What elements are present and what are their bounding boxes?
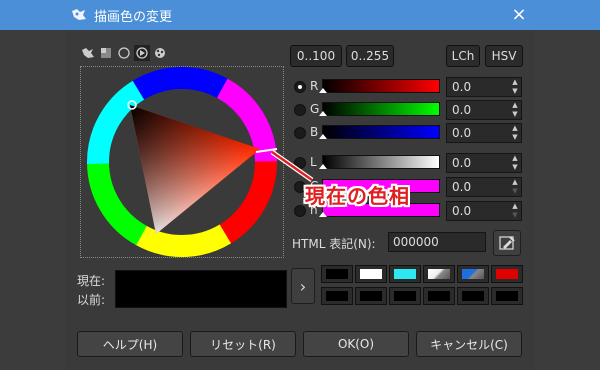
current-hue-annotation: 現在の色相 <box>305 184 410 208</box>
annotation-arrow <box>270 149 314 183</box>
